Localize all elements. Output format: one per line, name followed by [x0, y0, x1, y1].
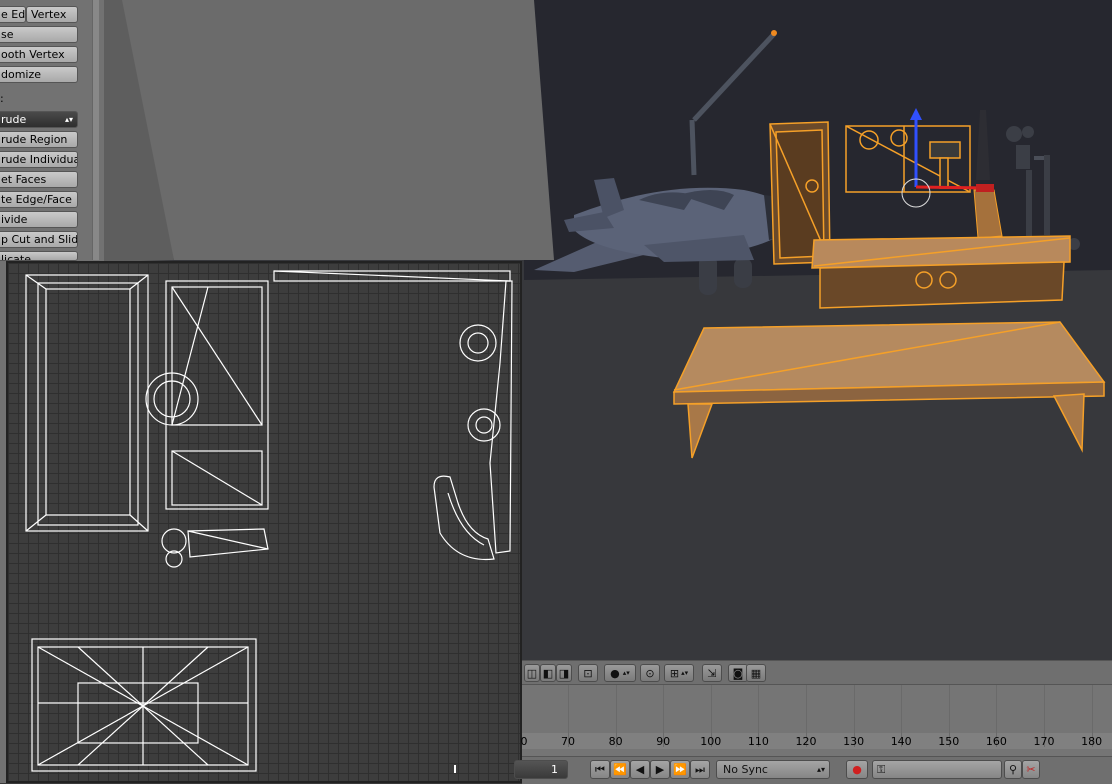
snap-magnet-icon[interactable]: ⇲ [702, 664, 722, 682]
keying-set-field[interactable]: ⚿ [872, 760, 1002, 779]
edge-slide-button[interactable]: e Ed [0, 6, 26, 23]
ruler-label: 100 [700, 735, 722, 748]
loop-cut-slide-label: p Cut and Slide [1, 233, 78, 246]
extrude-region-button[interactable]: rude Region [0, 131, 78, 148]
ruler-label: 170 [1033, 735, 1055, 748]
snap-element-dropdown[interactable]: ⊞ ▴▾ [664, 664, 694, 682]
face-select-icon[interactable]: ◨ [556, 664, 572, 682]
extrude-individual-label: rude Individual [1, 153, 78, 166]
limit-selection-icon[interactable]: ⊡ [578, 664, 598, 682]
timeline-footer: 1 ⏮ ⏪ ◀ ▶ ⏩ ⏭ No Sync ▴▾ ● ⚿ ⚲ ✂ [514, 756, 1112, 784]
dropdown-arrows-icon: ▴▾ [64, 115, 73, 124]
jump-end-icon[interactable]: ⏭ [690, 760, 710, 779]
extrude-individual-button[interactable]: rude Individual [0, 151, 78, 168]
ruler-label: 180 [1081, 735, 1103, 748]
timeline-area[interactable]: 0 70 80 90 100 110 120 130 140 150 160 170 180 [520, 684, 1112, 757]
play-reverse-icon[interactable]: ◀ [630, 760, 650, 779]
snap-icon: ⊞ [669, 666, 680, 680]
make-edge-face-label: te Edge/Face [1, 193, 72, 206]
add-section-label: : [0, 92, 4, 105]
tool-panel-scrollbar[interactable] [92, 0, 99, 260]
pivot-point-dropdown[interactable]: ● ▴▾ [604, 664, 636, 682]
insert-keyframe-icon[interactable]: ⚲ [1004, 760, 1022, 779]
dropdown-arrows-icon: ▴▾ [622, 669, 630, 677]
next-keyframe-icon[interactable]: ⏩ [670, 760, 690, 779]
record-dot: ● [852, 763, 862, 776]
delete-keyframe-glyph: ✂ [1026, 763, 1036, 776]
inset-faces-button[interactable]: et Faces [0, 171, 78, 188]
ruler-label: 150 [938, 735, 960, 748]
tool-button-1-label: se [1, 28, 14, 41]
ruler-label: 120 [795, 735, 817, 748]
inset-faces-label: et Faces [1, 173, 47, 186]
vertex-select-icon[interactable]: ◫ [524, 664, 540, 682]
uv-map-wireframe[interactable] [8, 263, 522, 783]
duplicate-button[interactable]: licate [0, 251, 78, 261]
ruler-label: 70 [561, 735, 575, 748]
render-opengl-icon[interactable]: ◙ [728, 664, 748, 682]
current-frame-value: 1 [551, 763, 558, 776]
proportional-edit-icon[interactable]: ⊙ [640, 664, 660, 682]
vertex-slide-label: Vertex [31, 8, 67, 21]
edge-slide-label: e Ed [1, 8, 26, 21]
ruler-label: 80 [608, 735, 623, 748]
ruler-label: 140 [890, 735, 912, 748]
pivot-icon: ● [610, 666, 620, 680]
record-icon[interactable]: ● [846, 760, 868, 779]
duplicate-label: licate [1, 253, 31, 261]
subdivide-button[interactable]: ivide [0, 211, 78, 228]
3d-view-header: ◫ ◧ ◨ ⊡ ● ▴▾ ⊙ ⊞ ▴▾ ⇲ ◙ ▦ [522, 660, 1112, 685]
vertex-slide-button[interactable]: Vertex [26, 6, 78, 23]
extrude-region-label: rude Region [1, 133, 68, 146]
grey-wall-mesh [104, 0, 554, 260]
smooth-vertex-button[interactable]: ooth Vertex [0, 46, 78, 63]
subdivide-label: ivide [1, 213, 28, 226]
ruler-label-partial: 0 [520, 735, 528, 748]
prev-keyframe-icon[interactable]: ⏪ [610, 760, 630, 779]
uv-editor[interactable] [6, 261, 522, 783]
loop-cut-slide-button[interactable]: p Cut and Slide [0, 231, 78, 248]
edge-select-icon[interactable]: ◧ [540, 664, 556, 682]
dropdown-arrows-icon: ▴▾ [681, 669, 689, 677]
delete-keyframe-icon[interactable]: ✂ [1022, 760, 1040, 779]
keying-set-icon: ⚿ [877, 762, 886, 776]
ruler-label: 110 [747, 735, 769, 748]
ruler-label: 90 [656, 735, 671, 748]
sync-mode-dropdown[interactable]: No Sync ▴▾ [716, 760, 830, 779]
render-animation-icon[interactable]: ▦ [746, 664, 766, 682]
extrude-dropdown-label: rude [1, 113, 27, 126]
jump-start-icon[interactable]: ⏮ [590, 760, 610, 779]
play-icon[interactable]: ▶ [650, 760, 670, 779]
sync-mode-label: No Sync [723, 763, 768, 776]
ruler-label: 160 [985, 735, 1007, 748]
tool-button-1[interactable]: se [0, 26, 78, 43]
randomize-label: domize [1, 68, 42, 81]
ruler-label: 130 [843, 735, 865, 748]
selected-back-bench[interactable] [811, 235, 1071, 309]
make-edge-face-button[interactable]: te Edge/Face [0, 191, 78, 208]
smooth-vertex-label: ooth Vertex [1, 48, 65, 61]
current-frame-field[interactable]: 1 [514, 760, 568, 779]
dropdown-arrows-icon: ▴▾ [816, 765, 825, 774]
extrude-dropdown[interactable]: rude ▴▾ [0, 111, 78, 128]
randomize-button[interactable]: domize [0, 66, 78, 83]
